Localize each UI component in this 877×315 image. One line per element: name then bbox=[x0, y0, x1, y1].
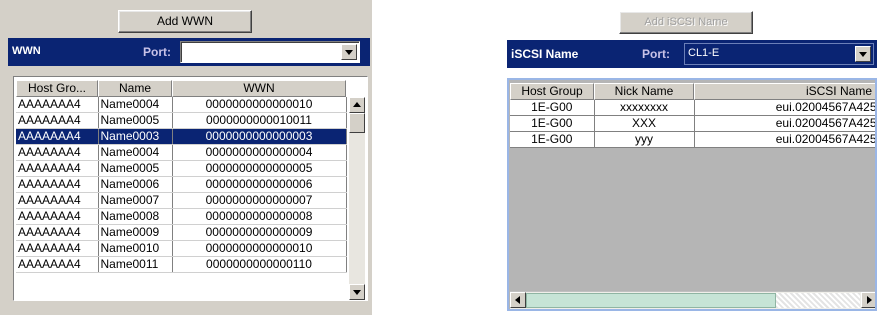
table-row[interactable]: AAAAAAA4 Name0010 0000000000000010 bbox=[16, 240, 347, 257]
cell-host-group: AAAAAAA4 bbox=[16, 112, 99, 129]
cell-host-group: AAAAAAA4 bbox=[16, 256, 99, 273]
cell-nick-name: xxxxxxxx bbox=[594, 100, 695, 116]
cell-nick-name: yyy bbox=[594, 131, 695, 148]
wwn-vertical-scrollbar[interactable] bbox=[349, 97, 365, 300]
add-iscsi-name-button[interactable]: Add iSCSI Name bbox=[619, 11, 753, 34]
table-row[interactable]: AAAAAAA4 Name0009 0000000000000009 bbox=[16, 224, 347, 241]
column-header-nick-name[interactable]: Nick Name bbox=[594, 83, 694, 100]
table-row[interactable]: AAAAAAA4 Name0008 0000000000000008 bbox=[16, 208, 347, 225]
cell-host-group: AAAAAAA4 bbox=[16, 160, 99, 177]
iscsi-port-select-value: CL1-E bbox=[688, 47, 720, 59]
cell-name: Name0008 bbox=[98, 208, 173, 225]
table-row[interactable]: AAAAAAA4 Name0004 0000000000000004 bbox=[16, 144, 347, 161]
column-header-name[interactable]: Name bbox=[98, 80, 172, 97]
port-select[interactable]: CL1-E(E1) bbox=[180, 41, 360, 63]
scroll-thumb[interactable] bbox=[526, 293, 776, 308]
cell-name: Name0004 bbox=[98, 97, 173, 113]
chevron-down-icon[interactable] bbox=[855, 46, 871, 62]
port-label: Port: bbox=[642, 47, 670, 61]
cell-host-group: AAAAAAA4 bbox=[16, 176, 99, 193]
cell-wwn: 0000000000000003 bbox=[172, 128, 347, 145]
scroll-down-icon[interactable] bbox=[349, 284, 365, 300]
column-header-wwn[interactable]: WWN bbox=[172, 80, 346, 97]
cell-name: Name0004 bbox=[98, 144, 173, 161]
cell-iscsi-name: eui.02004567A425 bbox=[694, 100, 875, 116]
cell-host-group: AAAAAAA4 bbox=[16, 144, 99, 161]
cell-wwn: 0000000000000005 bbox=[172, 160, 347, 177]
add-wwn-button[interactable]: Add WWN bbox=[118, 10, 252, 33]
column-header-iscsi-name[interactable]: iSCSI Name bbox=[694, 83, 875, 100]
cell-nick-name: XXX bbox=[594, 115, 695, 132]
cell-wwn: 0000000000000009 bbox=[172, 224, 347, 241]
table-row[interactable]: AAAAAAA4 Name0007 0000000000000007 bbox=[16, 192, 347, 209]
cell-host-group: AAAAAAA4 bbox=[16, 208, 99, 225]
iscsi-table: 1E-G00 xxxxxxxx eui.02004567A425 1E-G00 XXX e… bbox=[510, 100, 875, 148]
port-select-value: CL1-E(E1) bbox=[185, 45, 243, 59]
cell-name: Name0003 bbox=[98, 128, 173, 145]
table-row[interactable]: 1E-G00 yyy eui.02004567A425 bbox=[510, 131, 875, 148]
iscsi-horizontal-scrollbar[interactable] bbox=[510, 291, 875, 309]
wwn-table: AAAAAAA4 Name0004 0000000000000010 AAAAAAA4… bbox=[16, 97, 347, 273]
cell-iscsi-name: eui.02004567A425 bbox=[694, 115, 875, 132]
cell-host-group: AAAAAAA4 bbox=[16, 128, 99, 145]
column-header-host-group[interactable]: Host Gro... bbox=[16, 80, 98, 97]
iscsi-title-bar: iSCSI Name Port: CL1-E bbox=[507, 40, 877, 68]
cell-host-group: 1E-G00 bbox=[510, 100, 595, 116]
cell-wwn: 0000000000010011 bbox=[172, 112, 347, 129]
column-header-host-group[interactable]: Host Group bbox=[510, 83, 594, 100]
wwn-title-bar: WWN Port: CL1-E(E1) bbox=[8, 38, 370, 66]
table-row[interactable]: AAAAAAA4 Name0004 0000000000000010 bbox=[16, 97, 347, 113]
iscsi-list: Host Group Nick Name iSCSI Name 1E-G00 xx… bbox=[507, 78, 877, 311]
table-row[interactable]: AAAAAAA4 Name0006 0000000000000006 bbox=[16, 176, 347, 193]
cell-host-group: AAAAAAA4 bbox=[16, 240, 99, 257]
cell-wwn: 0000000000000008 bbox=[172, 208, 347, 225]
table-row[interactable]: 1E-G00 xxxxxxxx eui.02004567A425 bbox=[510, 100, 875, 116]
iscsi-title: iSCSI Name bbox=[511, 47, 579, 61]
cell-host-group: AAAAAAA4 bbox=[16, 224, 99, 241]
cell-host-group: AAAAAAA4 bbox=[16, 97, 99, 113]
cell-host-group: 1E-G00 bbox=[510, 131, 595, 148]
cell-name: Name0007 bbox=[98, 192, 173, 209]
cell-wwn: 0000000000000006 bbox=[172, 176, 347, 193]
wwn-list: Host Gro... Name WWN AAAAAAA4 Name0004 000… bbox=[13, 76, 368, 301]
cell-name: Name0010 bbox=[98, 240, 173, 257]
wwn-title: WWN bbox=[12, 45, 41, 57]
cell-wwn: 0000000000000004 bbox=[172, 144, 347, 161]
cell-host-group: 1E-G00 bbox=[510, 115, 595, 132]
cell-name: Name0005 bbox=[98, 112, 173, 129]
chevron-down-icon[interactable] bbox=[341, 44, 357, 60]
cell-name: Name0009 bbox=[98, 224, 173, 241]
cell-name: Name0006 bbox=[98, 176, 173, 193]
cell-name: Name0011 bbox=[98, 256, 173, 273]
scroll-thumb[interactable] bbox=[349, 113, 365, 133]
cell-wwn: 0000000000000010 bbox=[172, 97, 347, 113]
scroll-left-icon[interactable] bbox=[510, 292, 526, 308]
table-row[interactable]: AAAAAAA4 Name0005 0000000000000005 bbox=[16, 160, 347, 177]
iscsi-port-select[interactable]: CL1-E bbox=[684, 43, 874, 65]
port-label: Port: bbox=[143, 45, 171, 59]
cell-name: Name0005 bbox=[98, 160, 173, 177]
cell-host-group: AAAAAAA4 bbox=[16, 192, 99, 209]
table-row[interactable]: 1E-G00 XXX eui.02004567A425 bbox=[510, 115, 875, 132]
wwn-panel: Add WWN WWN Port: CL1-E(E1) Host Gro... … bbox=[0, 0, 372, 315]
cell-wwn: 0000000000000007 bbox=[172, 192, 347, 209]
scroll-right-icon[interactable] bbox=[861, 292, 875, 308]
table-row[interactable]: AAAAAAA4 Name0011 0000000000000110 bbox=[16, 256, 347, 273]
scroll-up-icon[interactable] bbox=[349, 97, 365, 113]
cell-wwn: 0000000000000010 bbox=[172, 240, 347, 257]
table-row[interactable]: AAAAAAA4 Name0003 0000000000000003 bbox=[16, 128, 347, 145]
cell-iscsi-name: eui.02004567A425 bbox=[694, 131, 875, 148]
cell-wwn: 0000000000000110 bbox=[172, 256, 347, 273]
table-row[interactable]: AAAAAAA4 Name0005 0000000000010011 bbox=[16, 112, 347, 129]
